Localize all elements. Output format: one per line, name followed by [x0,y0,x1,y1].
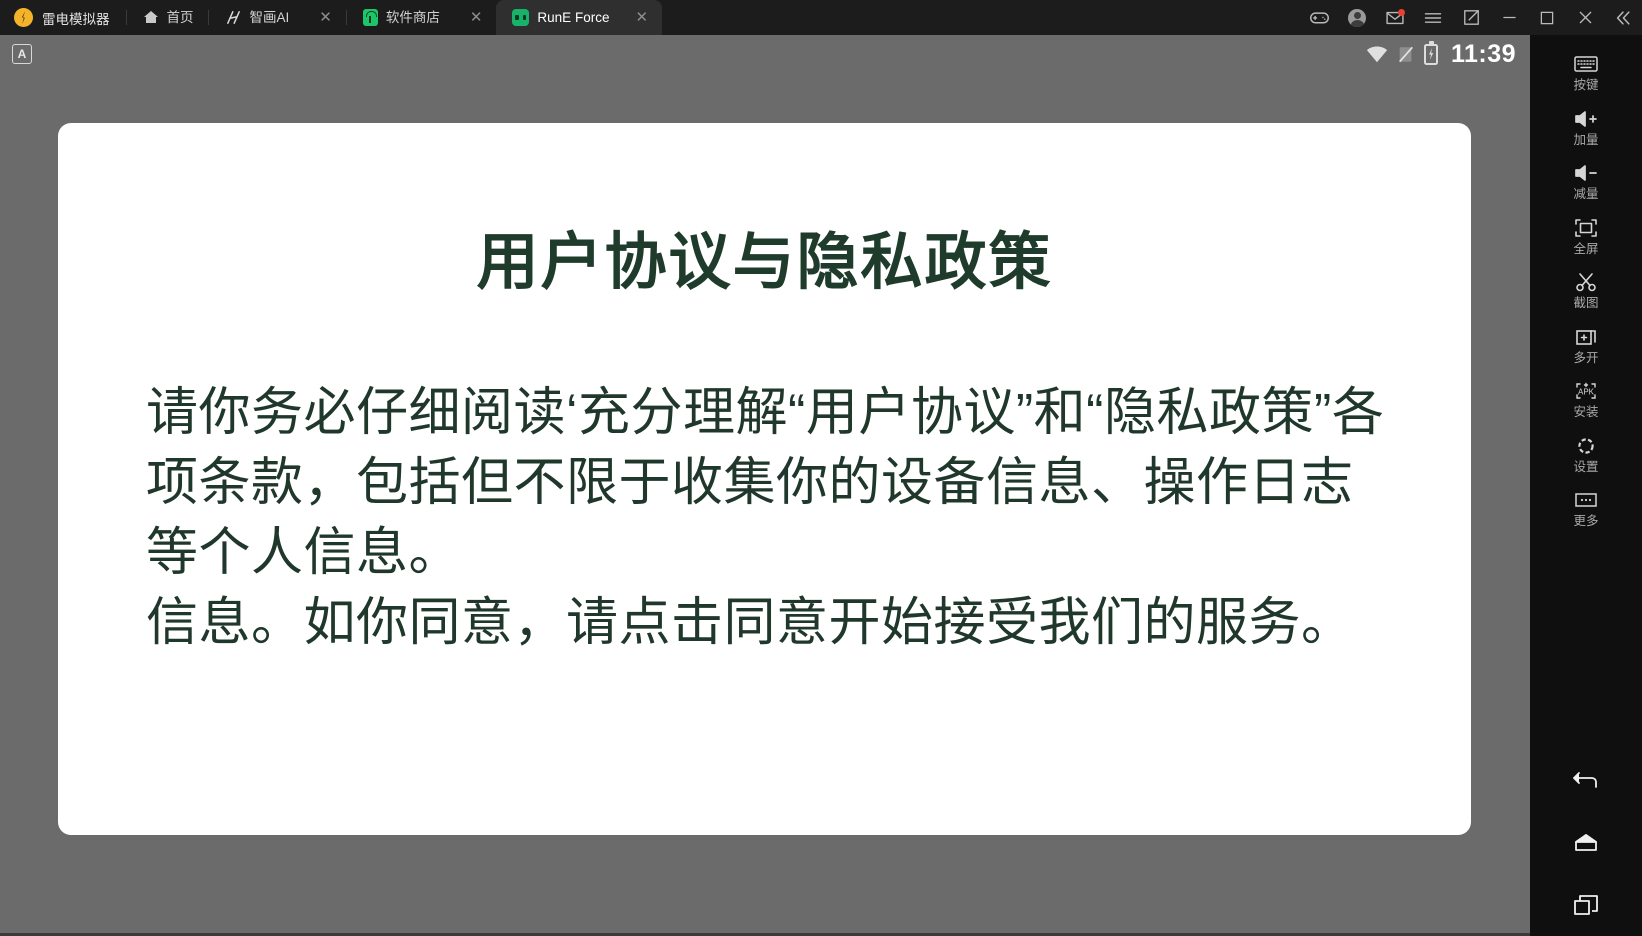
rune-force-icon [512,9,530,26]
tab-close-icon[interactable]: ✕ [635,10,648,25]
recent-apps-icon[interactable] [1570,892,1602,918]
sidebar-item-keyboard[interactable]: 按键 [1530,44,1642,99]
android-nav-buttons [1530,768,1642,936]
sidebar-item-apk-install[interactable]: APK 安装 [1530,371,1642,426]
fullscreen-icon [1573,217,1599,239]
app-store-icon [362,9,378,26]
avatar [1348,8,1366,27]
volume-up-icon [1573,108,1599,130]
agreement-paragraph: 请你务必仔细阅读‘充分理解“用户协议”和“隐私政策”各项条款，包括但不限于收集你… [146,384,1385,582]
battery-charging-icon [1423,40,1438,65]
sidebar-item-screenshot[interactable]: 截图 [1530,262,1642,317]
sidebar-item-label: 更多 [1573,514,1599,528]
home-nav-icon[interactable] [1570,830,1602,856]
sidebar-item-label: 减量 [1573,187,1599,201]
resize-icon[interactable] [1452,0,1490,35]
sidebar-item-volume-down[interactable]: 减量 [1530,153,1642,208]
status-bar-clock: 11:39 [1450,39,1516,68]
more-dots-icon [1573,489,1599,511]
sidebar-item-multi-instance[interactable]: 多开 [1530,317,1642,372]
sidebar-item-label: 按键 [1573,78,1599,92]
agreement-paragraph: 信息。如你同意，请点击同意开始接受我们的服务。 [146,594,1354,652]
sidebar-item-label: 安装 [1573,405,1599,419]
tab-label: 软件商店 [385,9,440,25]
agreement-card: 用户协议与隐私政策 请你务必仔细阅读‘充分理解“用户协议”和“隐私政策”各项条款… [58,123,1471,835]
keyboard-icon [1573,53,1599,75]
tab-close-icon[interactable]: ✕ [470,10,483,25]
gamepad-icon[interactable] [1300,0,1338,35]
lightning-logo-icon [14,8,33,27]
notification-badge [1398,9,1405,16]
sidebar-item-more[interactable]: 更多 [1530,480,1642,535]
home-icon [143,10,159,26]
charging-bolt-icon [1429,48,1434,60]
sidebar-item-label: 多开 [1573,350,1599,365]
sidebar-item-volume-up[interactable]: 加量 [1530,99,1642,154]
multi-instance-icon [1573,326,1599,348]
tab-zhihua-ai[interactable]: 智画AI ✕ [209,0,346,35]
sidebar-item-label: 截图 [1573,296,1599,310]
emulator-screen: A 11:39 用户协议与隐私政策 请你务必仔细阅读‘充分理解“用户协议”和“隐… [0,35,1530,936]
tab-rune-force[interactable]: RunE Force ✕ [496,0,663,35]
status-indicators: 11:39 [1366,39,1516,68]
sidebar-item-settings[interactable]: 设置 [1530,426,1642,481]
sidebar-item-fullscreen[interactable]: 全屏 [1530,208,1642,263]
close-icon[interactable] [1566,0,1604,35]
tab-close-icon[interactable]: ✕ [319,10,332,25]
collapse-chevrons-icon[interactable] [1604,0,1642,35]
wifi-icon [1366,46,1388,62]
title-bar: 雷电模拟器 首页 智画AI ✕ 软件商店 ✕ RunE Force ✕ [0,0,1642,35]
tab-label: 首页 [166,9,194,25]
volume-down-icon [1573,162,1599,184]
tab-app-store[interactable]: 软件商店 ✕ [347,0,497,35]
maximize-icon[interactable] [1528,0,1566,35]
hamburger-menu-icon[interactable] [1414,0,1452,35]
back-icon[interactable] [1570,768,1602,794]
brand-name: 雷电模拟器 [42,11,110,27]
minimize-icon[interactable] [1490,0,1528,35]
no-signal-icon [1398,46,1413,62]
tab-label: 智画AI [249,9,290,25]
settings-gear-icon [1573,435,1599,457]
sidebar-item-label: 全屏 [1573,241,1599,256]
sidebar-item-label: 加量 [1573,132,1599,147]
sidebar-item-label: 设置 [1573,459,1599,474]
user-avatar-icon[interactable] [1338,0,1376,35]
wave-icon [226,11,240,24]
app-badge-icon: A [12,44,32,64]
page-title: 用户协议与隐私政策 [476,228,1053,297]
emulator-window: 雷电模拟器 首页 智画AI ✕ 软件商店 ✕ RunE Force ✕ A 11… [0,0,1642,936]
agreement-body: 请你务必仔细阅读‘充分理解“用户协议”和“隐私政策”各项条款，包括但不限于收集你… [146,378,1386,658]
mail-icon[interactable] [1376,0,1414,35]
tab-home[interactable]: 首页 [127,0,208,35]
svg-text:APK: APK [1578,388,1595,397]
android-status-bar: A 11:39 [0,35,1530,73]
tools-sidebar: 按键 加量 减量 全屏 截图 多开 APK 安装 设置 更多 [1530,35,1642,936]
tab-label: RunE Force [537,9,610,25]
brand-area: 雷电模拟器 [0,0,126,35]
scissors-screenshot-icon [1573,271,1599,293]
window-actions [1300,0,1642,35]
apk-install-icon: APK [1573,380,1599,402]
